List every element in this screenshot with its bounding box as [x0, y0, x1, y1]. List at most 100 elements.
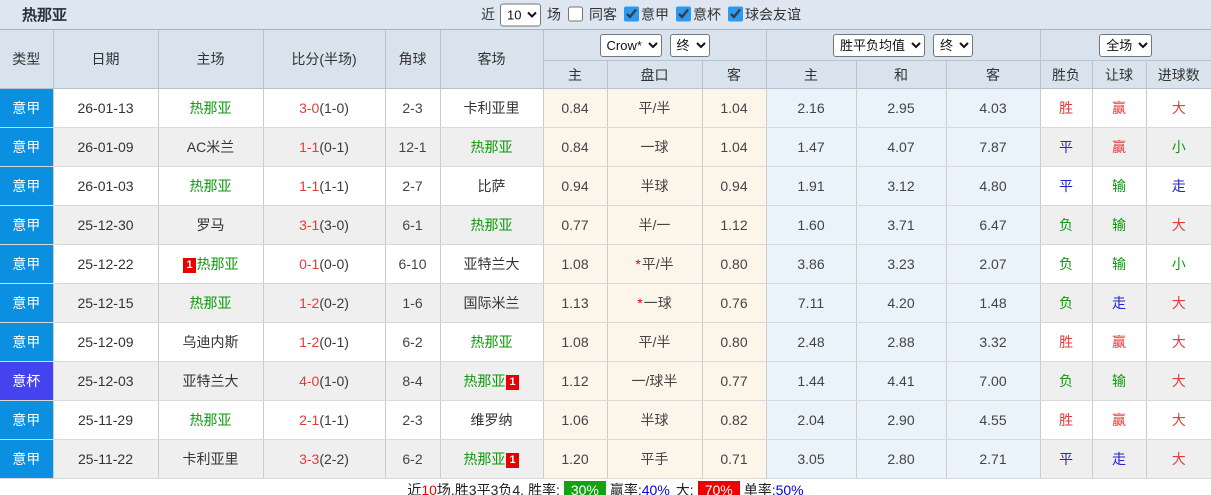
bookmaker-select[interactable]: Crow* [599, 33, 662, 57]
team-name: 热那亚 [470, 139, 513, 155]
scope-select[interactable]: 全场 [1099, 33, 1153, 57]
date-cell: 25-12-15 [53, 283, 159, 323]
score-cell: 1-1(1-1) [263, 166, 386, 206]
home-team-cell: 1 热那亚 [158, 244, 264, 284]
asian-home-odds: 1.08 [543, 322, 608, 362]
recent-count-select[interactable]: 10 [500, 3, 541, 26]
asian-stage-select[interactable]: 终 [669, 33, 710, 57]
full-time-score: 2-1 [299, 412, 320, 428]
avg-type-select[interactable]: 胜平负均值 [833, 33, 925, 57]
filter-checkbox[interactable] [676, 6, 691, 22]
league-cell: 意甲 [0, 205, 54, 245]
avg-draw-odds: 3.12 [856, 166, 947, 206]
full-time-score: 3-3 [299, 451, 320, 467]
match-row: 意甲 26-01-03 热那亚 1-1(1-1) 2-7 比萨 0.94 半球 0.94 1.91… [0, 166, 1211, 206]
half-time-score: (0-2) [319, 295, 349, 311]
corner-cell: 6-2 [385, 322, 441, 362]
away-team-cell: 热那亚 1 [440, 439, 544, 479]
match-result: 负 [1040, 244, 1093, 284]
filter-label: 意杯 [693, 6, 721, 23]
handicap-result: 输 [1092, 244, 1147, 284]
asian-away-odds: 1.04 [702, 88, 767, 128]
handicap-result: 赢 [1092, 400, 1147, 440]
avg-home-odds: 2.04 [766, 400, 857, 440]
avg-away-odds: 1.48 [946, 283, 1041, 323]
goals-result: 大 [1146, 88, 1211, 128]
full-time-score: 1-2 [299, 295, 320, 311]
match-row: 意甲 25-12-22 1 热那亚 0-1(0-0) 6-10 亚特兰大 1.08 *平/半 0.… [0, 244, 1211, 284]
avg-odds-group-header: 胜平负均值 终 [766, 30, 1041, 61]
handicap-result: 输 [1092, 361, 1147, 401]
avg-away-odds: 4.55 [946, 400, 1041, 440]
changed-odds-star: * [637, 295, 643, 311]
result-group-header: 全场 [1040, 30, 1211, 61]
team-name: 国际米兰 [463, 295, 520, 311]
filter-checkboxes: 同客 意甲 意杯 球会友谊 [561, 4, 801, 25]
match-result: 平 [1040, 127, 1093, 167]
recent-label: 近 [481, 6, 495, 23]
profit-value: 40% [641, 482, 670, 495]
league-cell: 意甲 [0, 88, 54, 128]
asian-away-odds: 1.04 [702, 127, 767, 167]
corner-cell: 2-3 [385, 400, 441, 440]
subcol-asian-home: 主 [543, 60, 608, 89]
col-header-date: 日期 [53, 30, 159, 89]
handicap-result: 走 [1092, 283, 1147, 323]
team-name: 热那亚 [196, 256, 239, 272]
league-cell: 意甲 [0, 244, 54, 284]
asian-handicap: 一球 [607, 127, 703, 167]
handicap-result: 走 [1092, 439, 1147, 479]
team-name: 热那亚 [463, 373, 506, 389]
avg-draw-odds: 3.71 [856, 205, 947, 245]
filter-意甲[interactable]: 意甲 [617, 4, 669, 24]
summary-text: 场,胜3平3负4, 胜率: [436, 482, 560, 495]
asian-away-odds: 0.80 [702, 244, 767, 284]
match-row: 意甲 25-11-29 热那亚 2-1(1-1) 2-3 维罗纳 1.06 半球 0.82 2.0… [0, 400, 1211, 440]
match-result: 胜 [1040, 400, 1093, 440]
full-time-score: 3-0 [299, 100, 320, 116]
corner-cell: 6-2 [385, 439, 441, 479]
date-cell: 26-01-09 [53, 127, 159, 167]
matches-label: 场 [547, 6, 561, 23]
big-label: 大: [675, 482, 694, 495]
team-name: 罗马 [196, 217, 225, 233]
avg-away-odds: 3.32 [946, 322, 1041, 362]
asian-away-odds: 0.94 [702, 166, 767, 206]
match-result: 平 [1040, 166, 1093, 206]
score-cell: 3-0(1-0) [263, 88, 386, 128]
team-name: 热那亚 [189, 178, 232, 194]
asian-home-odds: 1.12 [543, 361, 608, 401]
handicap-result: 赢 [1092, 88, 1147, 128]
subcol-asian-away: 客 [702, 60, 767, 89]
team-name: 热那亚 [470, 217, 513, 233]
asian-home-odds: 0.77 [543, 205, 608, 245]
avg-away-odds: 2.07 [946, 244, 1041, 284]
corner-cell: 6-10 [385, 244, 441, 284]
score-cell: 1-1(0-1) [263, 127, 386, 167]
home-team-cell: 乌迪内斯 [158, 322, 264, 362]
team-name: 乌迪内斯 [182, 334, 239, 350]
asian-home-odds: 1.06 [543, 400, 608, 440]
handicap-result: 输 [1092, 166, 1147, 206]
full-time-score: 1-1 [299, 139, 320, 155]
single-label: 单率: [743, 482, 776, 495]
filter-checkbox[interactable] [568, 6, 583, 22]
profit-label: 赢率: [609, 482, 642, 495]
filter-意杯[interactable]: 意杯 [669, 4, 721, 24]
team-name: 热那亚 [470, 334, 513, 350]
home-team-cell: 热那亚 [158, 166, 264, 206]
filter-checkbox[interactable] [624, 6, 639, 22]
home-team-cell: 热那亚 [158, 88, 264, 128]
filter-label: 球会友谊 [745, 6, 801, 23]
asian-handicap: 半球 [607, 400, 703, 440]
score-cell: 1-2(0-1) [263, 322, 386, 362]
goals-result: 小 [1146, 127, 1211, 167]
match-row: 意甲 25-11-22 卡利亚里 3-3(2-2) 6-2 热那亚 1 1.20 平手 0.71 3… [0, 439, 1211, 479]
filter-球会友谊[interactable]: 球会友谊 [721, 4, 801, 24]
filter-checkbox[interactable] [728, 6, 743, 22]
asian-handicap: 一/球半 [607, 361, 703, 401]
corner-cell: 8-4 [385, 361, 441, 401]
filter-同客[interactable]: 同客 [561, 4, 617, 24]
date-cell: 25-12-03 [53, 361, 159, 401]
avg-stage-select[interactable]: 终 [933, 33, 973, 57]
